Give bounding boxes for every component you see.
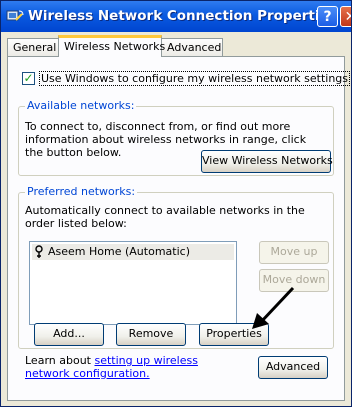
add-button[interactable]: Add...: [34, 323, 104, 346]
tab-general[interactable]: General: [7, 38, 59, 56]
help-button[interactable]: ?: [317, 6, 338, 27]
pointer-arrow-annotation: [252, 286, 295, 329]
title-bar[interactable]: Wireless Network Connection Properties ?…: [1, 1, 351, 32]
view-wireless-networks-button[interactable]: View Wireless Networks: [201, 150, 333, 173]
window-title: Wireless Network Connection Properties: [28, 8, 337, 24]
wireless-signal-icon: [35, 245, 43, 258]
learn-about-prefix: Learn about: [25, 354, 95, 367]
tab-advanced[interactable]: Advanced: [161, 38, 223, 56]
list-item[interactable]: Aseem Home (Automatic): [33, 245, 190, 258]
network-name: Aseem Home (Automatic): [48, 245, 190, 258]
advanced-button[interactable]: Advanced: [258, 356, 328, 379]
properties-dialog: Wireless Network Connection Properties ?…: [0, 0, 352, 407]
preferred-networks-title: Preferred networks:: [25, 185, 138, 198]
preferred-networks-description: Automatically connect to available netwo…: [25, 204, 305, 230]
use-windows-label[interactable]: Use Windows to configure my wireless net…: [39, 71, 351, 86]
available-networks-group: Available networks: To connect to, disco…: [18, 99, 334, 176]
tab-wireless-networks[interactable]: Wireless Networks: [58, 35, 165, 57]
preferred-networks-group: Preferred networks: Automatically connec…: [18, 185, 334, 349]
remove-button[interactable]: Remove: [116, 323, 186, 346]
network-connection-icon: [6, 10, 24, 21]
preferred-networks-list[interactable]: Aseem Home (Automatic): [29, 241, 237, 325]
close-button[interactable]: ✕: [340, 6, 351, 27]
move-up-button[interactable]: Move up: [259, 241, 329, 264]
available-networks-title: Available networks:: [25, 99, 137, 112]
learn-about-text: Learn about setting up wireless network …: [25, 354, 245, 380]
tab-panel: ✓ Use Windows to configure my wireless n…: [7, 56, 351, 401]
tab-strip: General Wireless Networks Advanced: [7, 35, 347, 57]
use-windows-checkbox[interactable]: ✓: [22, 72, 35, 85]
